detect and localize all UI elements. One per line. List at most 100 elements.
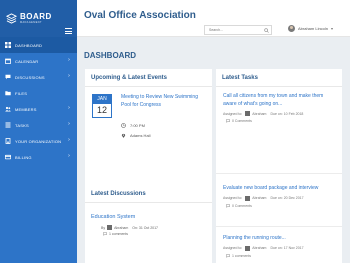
organization-title: Oval Office Association xyxy=(84,10,196,21)
task-due: Due on: 17 Nov 2017 xyxy=(270,246,304,250)
sidebar-item-calendar[interactable]: CALENDAR › xyxy=(0,53,77,69)
chevron-right-icon: › xyxy=(68,137,70,143)
avatar xyxy=(245,195,251,201)
discussion-comments[interactable]: 1 comments xyxy=(103,232,128,236)
sidebar-item-label: YOUR ORGANIZATION xyxy=(15,138,62,144)
task-divider xyxy=(216,173,342,174)
chevron-down-icon[interactable]: ▾ xyxy=(331,26,333,31)
logo-icon xyxy=(6,13,17,24)
sidebar-item-label: CALENDAR xyxy=(15,58,39,64)
sidebar-item-discussions[interactable]: DISCUSSIONS › xyxy=(0,69,77,85)
discussions-heading: Latest Discussions xyxy=(85,185,212,203)
comment-icon xyxy=(226,203,230,208)
task-assignee[interactable]: Abraham xyxy=(252,196,266,200)
sidebar-item-organization[interactable]: YOUR ORGANIZATION › xyxy=(0,133,77,149)
tasks-heading: Latest Tasks xyxy=(216,69,342,87)
sidebar-nav: DASHBOARD CALENDAR › DISCUSSIONS › FILES xyxy=(0,37,77,165)
page-title: DASHBOARD xyxy=(84,51,136,60)
task-due: Due on: 20 Dec 2017 xyxy=(270,196,304,200)
discussion-date: On: 31 Oct 2017 xyxy=(132,225,158,230)
task-comments-text[interactable]: 0 Comments xyxy=(232,119,252,123)
discussion-comments-text[interactable]: 1 comments xyxy=(109,232,128,236)
task-item: Evaluate new board package and interview… xyxy=(223,185,338,208)
task-comments[interactable]: 1 comments xyxy=(223,254,338,258)
task-title-link[interactable]: Evaluate new board package and interview xyxy=(223,185,338,193)
task-assigned-label: Assigned to: xyxy=(223,246,243,250)
task-divider xyxy=(216,226,342,227)
sidebar-item-dashboard[interactable]: DASHBOARD xyxy=(0,37,77,53)
chevron-right-icon: › xyxy=(68,73,70,79)
sidebar-item-tasks[interactable]: TASKS › xyxy=(0,117,77,133)
task-comments[interactable]: 0 Comments xyxy=(223,119,338,123)
sidebar-item-billing[interactable]: BILLING › xyxy=(0,149,77,165)
sidebar-item-label: DASHBOARD xyxy=(15,42,43,48)
discussion-author[interactable]: Abraham xyxy=(114,226,128,230)
sidebar-item-label: DISCUSSIONS xyxy=(15,74,45,80)
chevron-right-icon: › xyxy=(68,105,70,111)
task-due: Due on: 10 Feb 2018 xyxy=(270,111,304,116)
discussion-meta: By Abraham On: 31 Oct 2017 xyxy=(101,225,158,230)
search-box[interactable] xyxy=(204,25,272,35)
top-bar: Oval Office Association Abraham Lincoln … xyxy=(77,0,350,37)
dashboard-icon xyxy=(5,42,11,48)
sidebar: BOARD MANAGEMENT DASHBOARD CALENDAR › DI… xyxy=(0,0,77,263)
task-comments-text[interactable]: 0 Comments xyxy=(232,204,252,208)
task-title-link[interactable]: Planning the running route... xyxy=(223,235,338,243)
task-item: Planning the running route... Assigned t… xyxy=(223,235,338,258)
event-date-badge: JAN 12 xyxy=(92,94,112,118)
search-input[interactable] xyxy=(205,28,261,32)
user-menu[interactable]: Abraham Lincoln ▾ xyxy=(288,25,333,32)
comment-icon xyxy=(226,119,230,123)
chat-icon xyxy=(5,74,11,80)
sidebar-item-label: TASKS xyxy=(15,122,29,128)
sidebar-item-label: MEMBERS xyxy=(15,106,37,112)
main-content: DASHBOARD Upcoming & Latest Events JAN 1… xyxy=(77,37,350,263)
task-comments-text[interactable]: 1 comments xyxy=(232,254,251,258)
avatar[interactable] xyxy=(288,25,295,32)
discussions-card: Latest Discussions Education System By A… xyxy=(85,185,212,263)
tasks-icon xyxy=(5,122,11,128)
event-title-link[interactable]: Meeting to Review New Swimming Pool for … xyxy=(121,94,209,109)
chevron-right-icon: › xyxy=(68,57,70,63)
task-assigned-label: Assigned to: xyxy=(223,196,243,200)
folder-icon xyxy=(5,90,11,96)
event-day: 12 xyxy=(96,105,107,115)
organization-icon xyxy=(5,138,11,144)
brand-subtitle: MANAGEMENT xyxy=(20,20,42,24)
event-time: 7:00 PM xyxy=(121,123,145,128)
comment-icon xyxy=(226,253,230,258)
avatar xyxy=(245,245,251,251)
sidebar-item-label: FILES xyxy=(15,90,28,96)
event-time-text: 7:00 PM xyxy=(130,123,145,128)
events-heading: Upcoming & Latest Events xyxy=(85,69,212,87)
billing-icon xyxy=(5,154,11,160)
sidebar-item-members[interactable]: MEMBERS › xyxy=(0,101,77,117)
brand-name: BOARD xyxy=(20,11,52,21)
task-item: Call all citizens from my town and make … xyxy=(223,93,338,123)
users-icon xyxy=(5,106,11,112)
tasks-card: Latest Tasks Call all citizens from my t… xyxy=(216,69,342,263)
chevron-right-icon: › xyxy=(68,121,70,127)
sidebar-item-files[interactable]: FILES xyxy=(0,85,77,101)
task-title-link[interactable]: Call all citizens from my town and make … xyxy=(223,93,338,108)
search-icon[interactable] xyxy=(264,28,269,33)
user-name[interactable]: Abraham Lincoln xyxy=(298,26,328,31)
comment-icon xyxy=(103,232,107,236)
task-assignee[interactable]: Abraham xyxy=(252,246,266,250)
menu-toggle-icon[interactable] xyxy=(65,28,72,34)
event-location: Adams Hall xyxy=(121,133,150,138)
task-meta: Assigned to: Abraham Due on: 10 Feb 2018 xyxy=(223,111,338,116)
task-comments[interactable]: 0 Comments xyxy=(223,204,338,208)
task-meta: Assigned to: Abraham Due on: 20 Dec 2017 xyxy=(223,195,338,201)
task-meta: Assigned to: Abraham Due on: 17 Nov 2017 xyxy=(223,245,338,251)
event-month: JAN xyxy=(93,95,111,104)
brand-text: BOARD MANAGEMENT xyxy=(20,11,52,25)
clock-icon xyxy=(121,123,126,128)
task-assignee[interactable]: Abraham xyxy=(252,112,266,116)
sidebar-item-label: BILLING xyxy=(15,154,32,160)
discussion-by-label: By xyxy=(101,225,106,230)
calendar-icon xyxy=(5,58,11,64)
avatar xyxy=(245,111,251,116)
chevron-right-icon: › xyxy=(68,153,70,159)
discussion-title-link[interactable]: Education System xyxy=(91,214,135,220)
